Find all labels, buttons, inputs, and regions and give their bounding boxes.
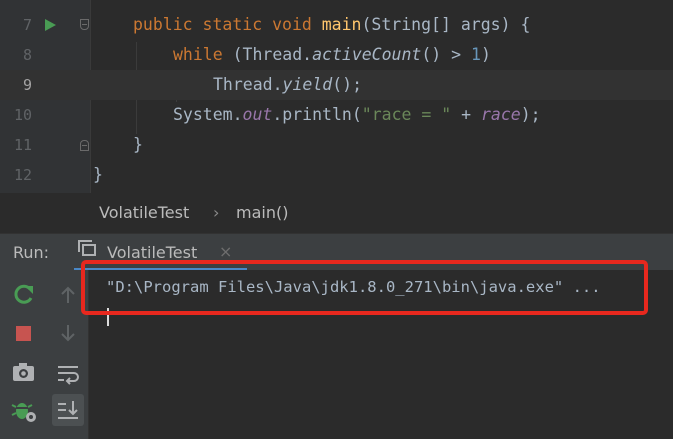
line-number: 11 [13, 136, 32, 154]
scroll-to-end-button[interactable] [52, 394, 84, 426]
code-line-7[interactable]: 7 public static void main(String[] args)… [0, 10, 673, 40]
code-text: System.out.println("race = " + race); [173, 105, 541, 124]
camera-icon [13, 363, 34, 381]
down-arrow-icon [61, 325, 75, 342]
breadcrumb: VolatileTest › main() [0, 193, 673, 233]
debug-button[interactable] [9, 396, 39, 426]
annotation-highlight-box [81, 260, 648, 315]
breadcrumb-separator: › [213, 203, 220, 222]
code-editor[interactable]: 7 public static void main(String[] args)… [0, 0, 673, 193]
run-toolbar-primary [0, 270, 48, 439]
code-line-11[interactable]: 11 } [0, 130, 673, 160]
code-text: Thread.yield(); [213, 75, 363, 94]
fold-marker-icon[interactable] [80, 140, 89, 151]
line-number: 8 [22, 46, 32, 64]
code-line-9[interactable]: 9 Thread.yield(); [0, 70, 673, 100]
line-number: 12 [13, 166, 32, 184]
dump-threads-button[interactable] [9, 357, 39, 387]
code-text: } [133, 135, 143, 154]
rerun-icon [14, 284, 33, 304]
code-line-8[interactable]: 8 while (Thread.activeCount() > 1) [0, 40, 673, 70]
stop-icon [16, 326, 31, 341]
code-text: public static void main(String[] args) { [133, 15, 531, 34]
up-arrow-icon [61, 286, 75, 303]
console-icon [78, 240, 96, 256]
line-number: 10 [13, 106, 32, 124]
up-button[interactable] [53, 280, 83, 310]
close-icon[interactable]: × [219, 242, 232, 261]
soft-wrap-button[interactable] [53, 358, 83, 388]
code-line-10[interactable]: 10 System.out.println("race = " + race); [0, 100, 673, 130]
line-number: 9 [22, 76, 32, 94]
down-button[interactable] [53, 318, 83, 348]
code-text: } [93, 165, 103, 184]
scroll-to-end-icon [58, 401, 78, 419]
breadcrumb-class[interactable]: VolatileTest [99, 203, 189, 222]
code-line-12[interactable]: 12 } [0, 160, 673, 190]
line-number: 7 [22, 16, 32, 34]
rerun-button[interactable] [9, 280, 39, 310]
soft-wrap-icon [58, 366, 79, 385]
debug-icon [11, 403, 36, 422]
stop-button[interactable] [9, 318, 39, 348]
fold-marker-icon[interactable] [80, 19, 89, 30]
breadcrumb-method[interactable]: main() [236, 203, 288, 222]
run-label: Run: [13, 243, 50, 262]
code-text: while (Thread.activeCount() > 1) [173, 45, 491, 64]
run-gutter-icon[interactable] [45, 19, 56, 31]
